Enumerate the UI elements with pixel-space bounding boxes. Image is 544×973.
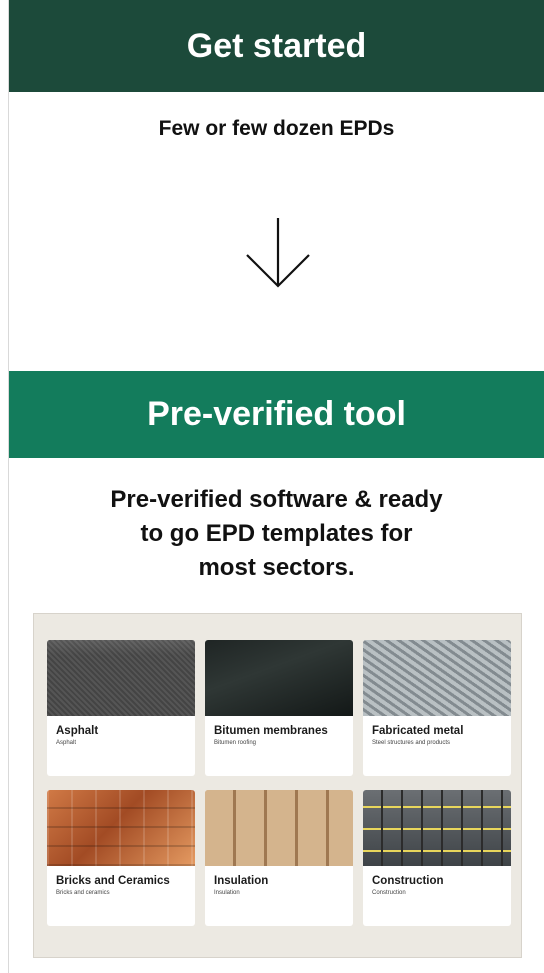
sector-card-title: Construction <box>372 875 444 887</box>
pre-verified-banner: Pre-verified tool <box>9 371 544 458</box>
sector-card-subtitle: Bitumen roofing <box>214 740 257 746</box>
pre-verified-description: Pre-verified software & ready to go EPD … <box>9 483 544 585</box>
get-started-title: Get started <box>186 26 367 65</box>
sector-card-bricks-and-ceramics[interactable]: Bricks and Ceramics Bricks and ceramics <box>47 790 195 926</box>
sector-card-title: Bricks and Ceramics <box>56 875 170 887</box>
sector-card-insulation[interactable]: Insulation Insulation <box>205 790 353 926</box>
sector-card-subtitle: Bricks and ceramics <box>56 890 110 896</box>
insulation-image <box>205 790 353 866</box>
sector-card-title: Insulation <box>214 875 269 887</box>
sector-card-subtitle: Asphalt <box>56 740 77 746</box>
sector-card-fabricated-metal[interactable]: Fabricated metal Steel structures and pr… <box>363 640 511 776</box>
sector-card-bitumen-membranes[interactable]: Bitumen membranes Bitumen roofing <box>205 640 353 776</box>
pre-verified-description-line: Pre-verified software & ready <box>110 486 443 513</box>
bricks-image <box>47 790 195 866</box>
pre-verified-description-line: to go EPD templates for <box>140 520 413 547</box>
sector-card-title: Fabricated metal <box>372 725 464 737</box>
sector-templates-grid: Asphalt Asphalt Bitumen membranes Bitume… <box>33 613 522 958</box>
sector-card-title: Asphalt <box>56 725 99 737</box>
get-started-banner: Get started <box>9 0 544 92</box>
sector-card-title: Bitumen membranes <box>214 725 328 737</box>
pre-verified-description-line: most sectors. <box>198 554 355 581</box>
get-started-subtitle: Few or few dozen EPDs <box>158 117 395 140</box>
pre-verified-title: Pre-verified tool <box>147 395 406 433</box>
asphalt-image <box>47 640 195 716</box>
sector-card-construction[interactable]: Construction Construction <box>363 790 511 926</box>
bitumen-image <box>205 640 353 716</box>
sector-card-subtitle: Steel structures and products <box>372 740 451 746</box>
construction-image <box>363 790 511 866</box>
arrow-down-icon <box>246 218 310 288</box>
sector-card-subtitle: Construction <box>372 890 406 896</box>
sector-card-asphalt[interactable]: Asphalt Asphalt <box>47 640 195 776</box>
sector-card-subtitle: Insulation <box>214 890 240 896</box>
fabricated-metal-image <box>363 640 511 716</box>
